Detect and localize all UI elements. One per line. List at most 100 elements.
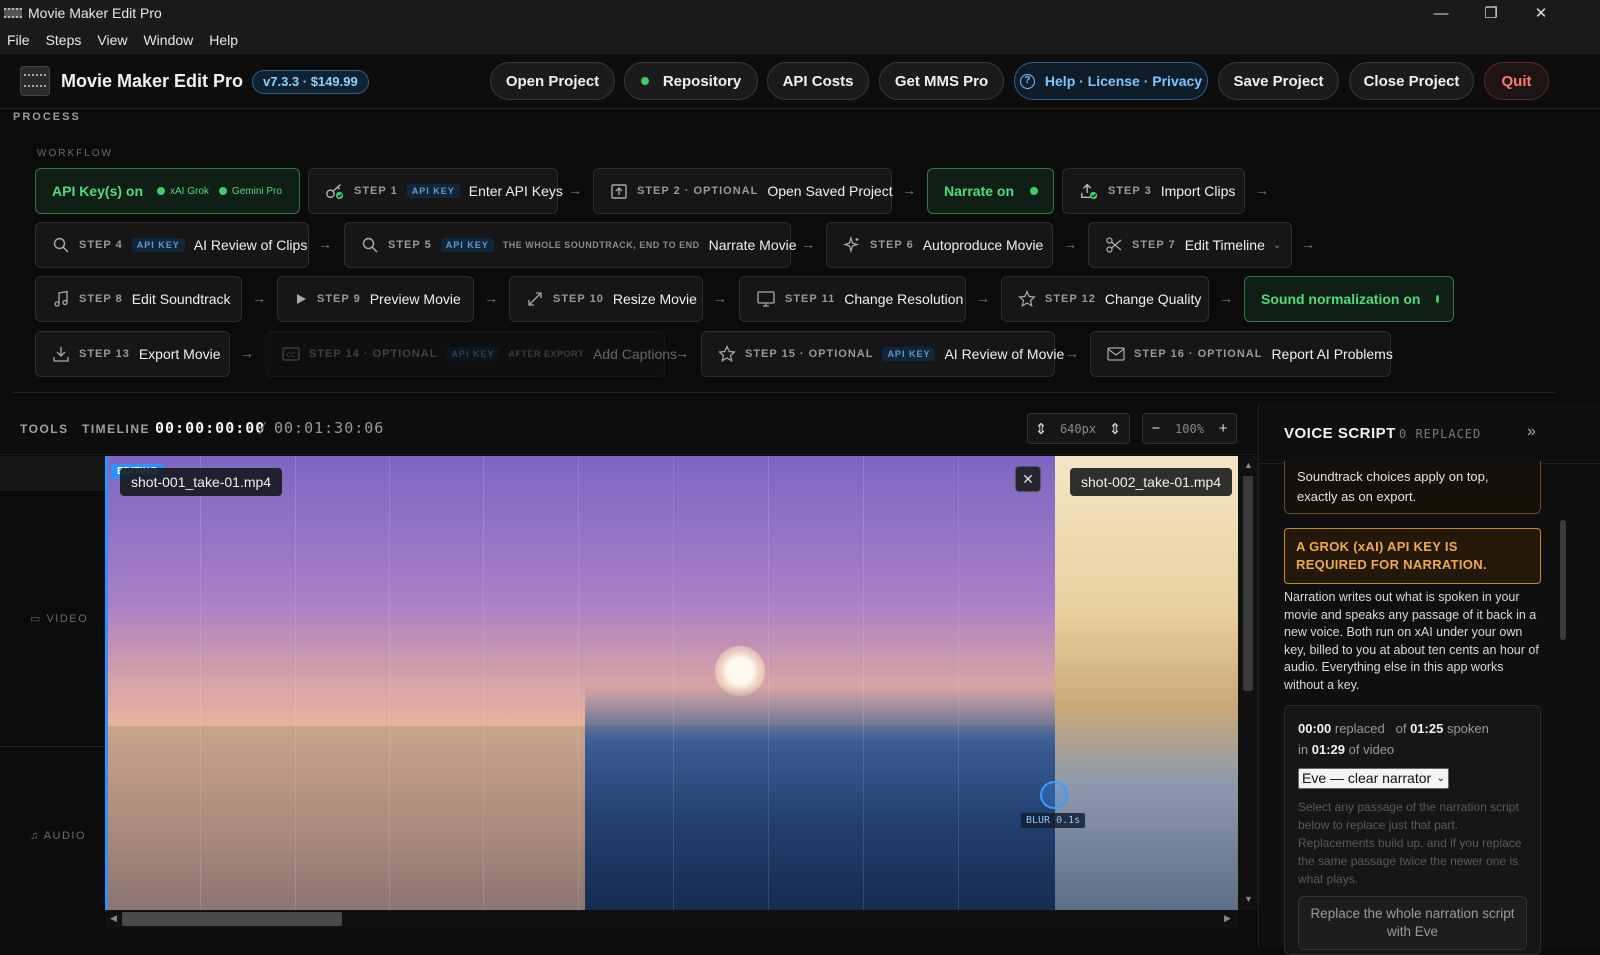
timeline-clip-view[interactable]: EDITING shot-001_take-01.mp4 shot-002_ta… — [105, 456, 1238, 910]
clip-2-thumbnail[interactable] — [1055, 456, 1238, 910]
help-label: Help · License · Privacy — [1044, 73, 1203, 89]
step-2-open-saved-project[interactable]: STEP 2 · OPTIONAL Open Saved Project — [593, 168, 893, 214]
step-7-edit-timeline[interactable]: STEP 7 Edit Timeline ⌄ — [1088, 222, 1292, 268]
sound-normalization-status[interactable]: Sound normalization on — [1244, 276, 1454, 322]
music-note-icon: ♫ — [30, 830, 44, 842]
step-11-change-resolution[interactable]: STEP 11 Change Resolution — [739, 276, 966, 322]
tools-tab[interactable]: TOOLS — [20, 422, 69, 436]
step-1-label: Enter API Keys — [468, 183, 563, 199]
track-height-control: ⇕ 640px ⇕ — [1027, 413, 1130, 444]
arrow-icon: → — [568, 182, 582, 198]
scroll-thumb[interactable] — [1243, 476, 1253, 691]
upload-box-icon — [610, 181, 628, 201]
video-word: of video — [1348, 742, 1395, 757]
api-costs-button[interactable]: API Costs — [767, 62, 869, 100]
step-10-label: Resize Movie — [612, 291, 697, 307]
voice-select[interactable]: Eve — clear narrator ⌄ — [1298, 768, 1449, 789]
sparkle-icon — [843, 235, 861, 255]
step-13-export-movie[interactable]: STEP 13 Export Movie — [35, 331, 230, 377]
close-project-button[interactable]: Close Project — [1349, 62, 1474, 100]
total-timecode: 00:01:30:06 — [274, 419, 385, 437]
chevron-down-icon: ⌄ — [1436, 773, 1445, 784]
scroll-down-icon[interactable]: ▼ — [1244, 894, 1253, 904]
menu-view[interactable]: View — [97, 32, 127, 48]
menu-window[interactable]: Window — [143, 32, 193, 48]
horizontal-scrollbar[interactable]: ◀ ▶ — [105, 910, 1238, 928]
step-14-add-captions[interactable]: CC STEP 14 · OPTIONAL API KEY AFTER EXPO… — [265, 331, 677, 377]
api-key-tag: API KEY — [440, 238, 494, 252]
panel-scrollbar[interactable] — [1560, 520, 1566, 640]
voice-script-panel: VOICE SCRIPT 0 REPLACED » Soundtrack cho… — [1258, 403, 1600, 955]
transition-handle[interactable] — [1040, 781, 1068, 809]
scroll-thumb[interactable] — [122, 912, 342, 926]
frame-divider — [863, 456, 864, 910]
arrow-icon: → — [976, 290, 990, 306]
green-dot-icon — [1030, 187, 1039, 195]
step-12-number: STEP 12 — [1045, 293, 1096, 305]
menu-help[interactable]: Help — [209, 32, 238, 48]
quit-button[interactable]: Quit — [1484, 62, 1549, 100]
menu-bar: File Steps View Window Help — [0, 26, 1600, 54]
frame-divider — [295, 456, 296, 910]
in-word: in — [1298, 742, 1309, 757]
step-16-report-ai-problems[interactable]: STEP 16 · OPTIONAL Report AI Problems — [1090, 331, 1393, 377]
menu-file[interactable]: File — [7, 32, 30, 48]
timeline-tab[interactable]: TIMELINE — [82, 422, 150, 436]
step-6-autoproduce-movie[interactable]: STEP 6 Autoproduce Movie — [826, 222, 1053, 268]
collapse-panel-icon[interactable]: » — [1527, 423, 1536, 441]
repository-button[interactable]: Repository — [624, 62, 758, 100]
save-project-button[interactable]: Save Project — [1218, 62, 1339, 100]
magnify-icon — [361, 235, 379, 255]
api-key-warning: A GROK (xAI) API KEY IS REQUIRED FOR NAR… — [1284, 528, 1541, 584]
step-3-import-clips[interactable]: STEP 3 Import Clips — [1062, 168, 1245, 214]
clip-1-thumbnail[interactable] — [105, 456, 1055, 910]
video-track-text: VIDEO — [46, 613, 89, 625]
api-keys-status[interactable]: API Key(s) on xAI Grok Gemini Pro — [35, 168, 300, 214]
arrow-icon: → — [713, 290, 727, 306]
magnify-icon — [52, 235, 70, 255]
menu-steps[interactable]: Steps — [46, 32, 82, 48]
clip-1-name: shot-001_take-01.mp4 — [120, 468, 283, 496]
minimize-button[interactable]: — — [1416, 0, 1466, 26]
current-timecode: 00:00:00:00 — [155, 419, 266, 437]
step-10-resize-movie[interactable]: STEP 10 Resize Movie — [509, 276, 703, 322]
step-4-ai-review-clips[interactable]: STEP 4 API KEY AI Review of Clips — [35, 222, 309, 268]
scroll-right-icon[interactable]: ▶ — [1224, 913, 1231, 924]
close-clip-button[interactable]: ✕ — [1015, 466, 1041, 492]
step-15-ai-review-movie[interactable]: STEP 15 · OPTIONAL API KEY AI Review of … — [701, 331, 1064, 377]
step-5-number: STEP 5 — [388, 239, 432, 251]
step-13-number: STEP 13 — [79, 348, 130, 360]
step-11-label: Change Resolution — [844, 291, 964, 307]
track-header-row — [0, 456, 105, 491]
transition-blur-label: BLUR 0.1s — [1021, 813, 1086, 828]
narrate-status[interactable]: Narrate on — [927, 168, 1054, 214]
import-check-icon — [1079, 181, 1099, 201]
replace-whole-script-button[interactable]: Replace the whole narration script with … — [1298, 896, 1527, 950]
step-4-number: STEP 4 — [79, 239, 123, 251]
arrow-icon: → — [252, 290, 266, 306]
open-project-button[interactable]: Open Project — [490, 62, 615, 100]
maximize-button[interactable]: ❐ — [1466, 0, 1516, 26]
step-12-change-quality[interactable]: STEP 12 Change Quality — [1001, 276, 1209, 322]
scissors-icon — [1105, 235, 1123, 255]
step-14-subtitle: AFTER EXPORT — [508, 349, 584, 359]
step-9-preview-movie[interactable]: STEP 9 Preview Movie — [277, 276, 474, 322]
scroll-up-icon[interactable]: ▲ — [1244, 460, 1253, 470]
grow-height-icon[interactable]: ⇕ — [1102, 420, 1128, 438]
help-license-privacy-button[interactable]: ? Help · License · Privacy — [1014, 62, 1208, 100]
vertical-scrollbar[interactable]: ▲ ▼ — [1238, 456, 1258, 910]
step-8-edit-soundtrack[interactable]: STEP 8 Edit Soundtrack — [35, 276, 242, 322]
spoken-word: spoken — [1446, 721, 1489, 736]
zoom-out-button[interactable]: − — [1143, 420, 1169, 437]
zoom-in-button[interactable]: + — [1210, 420, 1236, 437]
replaced-word: replaced — [1334, 721, 1385, 736]
shrink-height-icon[interactable]: ⇕ — [1028, 420, 1054, 438]
close-window-button[interactable]: ✕ — [1516, 0, 1566, 26]
scroll-left-icon[interactable]: ◀ — [110, 913, 117, 924]
track-height-value: 640px — [1059, 421, 1097, 436]
get-pro-button[interactable]: Get MMS Pro — [879, 62, 1004, 100]
editing-edge-handle[interactable] — [105, 456, 108, 910]
divider — [13, 392, 1555, 393]
step-1-enter-api-keys[interactable]: STEP 1 API KEY Enter API Keys — [308, 168, 563, 214]
step-5-narrate-movie[interactable]: STEP 5 API KEY THE WHOLE SOUNDTRACK, END… — [344, 222, 797, 268]
